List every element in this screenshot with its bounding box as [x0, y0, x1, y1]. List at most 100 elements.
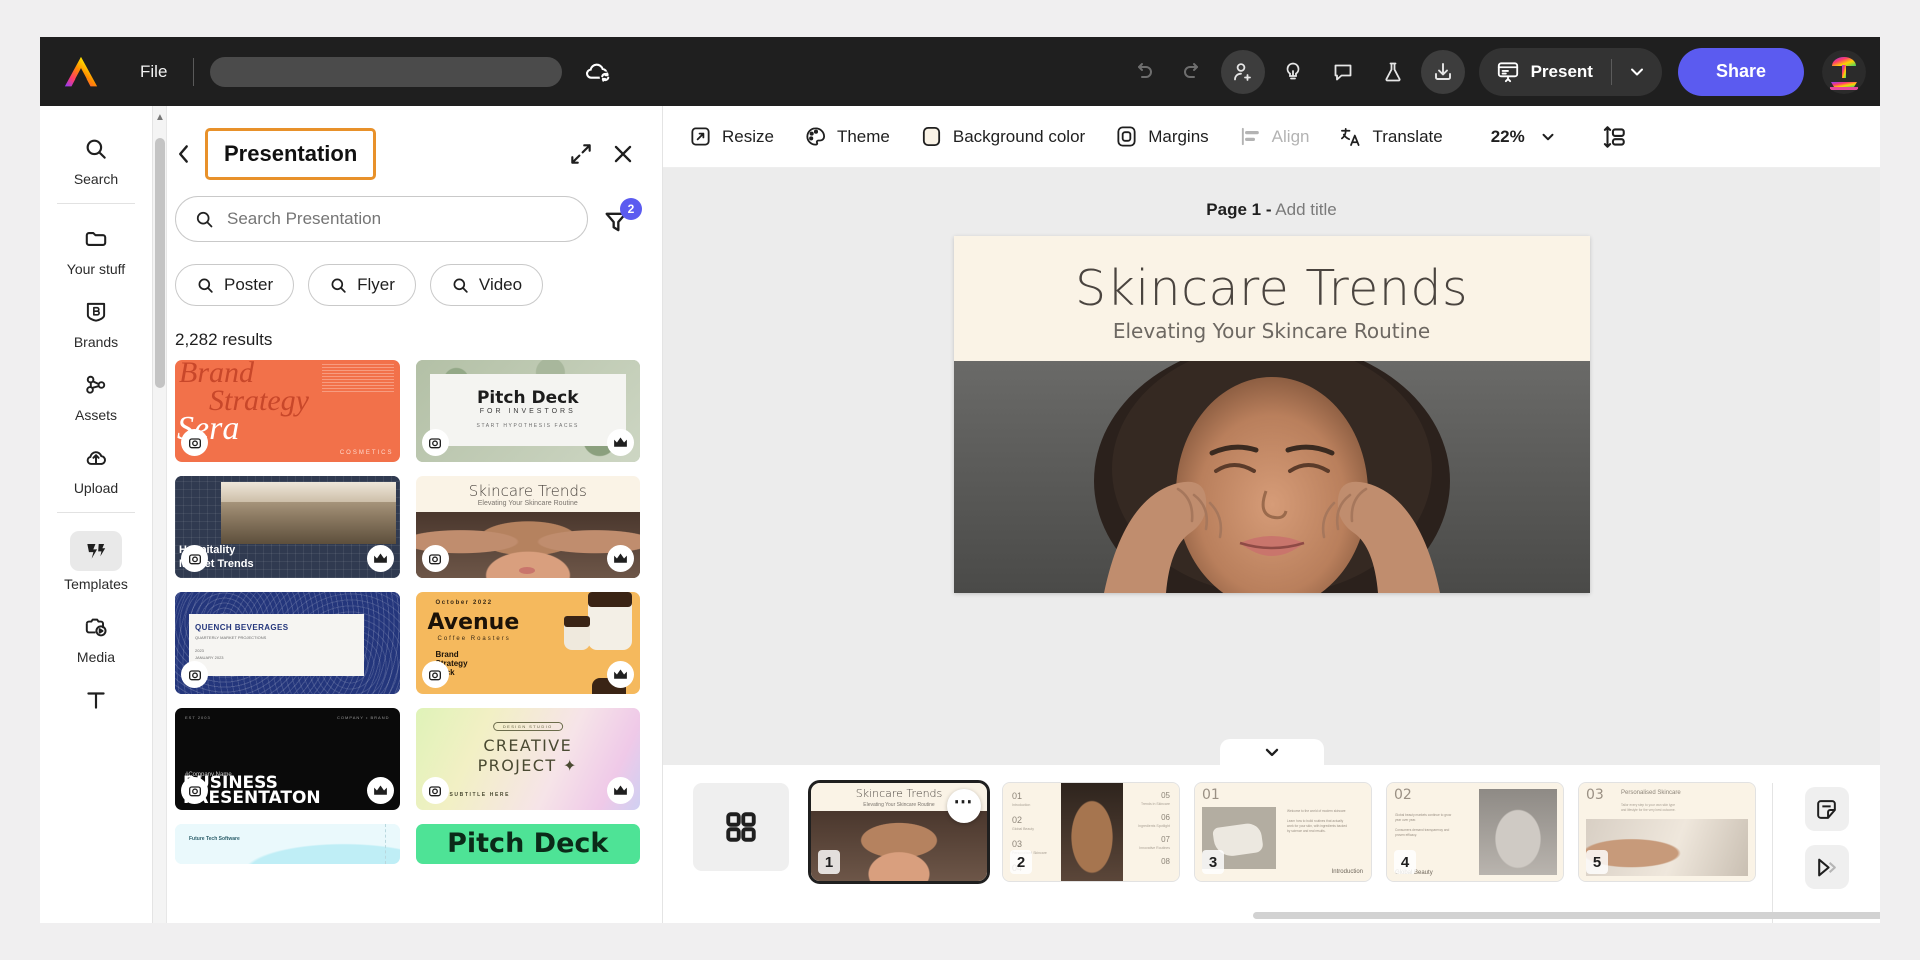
add-person-icon[interactable] — [1220, 49, 1265, 94]
background-color-button[interactable]: Background color — [920, 125, 1085, 148]
filter-button[interactable]: 2 — [602, 198, 642, 238]
chip-label: Flyer — [357, 275, 395, 294]
template-preview-icon[interactable] — [421, 429, 449, 456]
zoom-chevron-down-icon[interactable] — [1539, 128, 1557, 146]
filmstrip-horizontal-scrollbar[interactable] — [1253, 912, 1880, 919]
chip-poster[interactable]: Poster — [175, 264, 295, 306]
template-artwork: QUENCH BEVERAGES QUARTERLY MARKET PROJEC… — [175, 592, 400, 694]
search-input-field[interactable] — [227, 209, 569, 229]
template-card[interactable]: QUENCH BEVERAGES QUARTERLY MARKET PROJEC… — [175, 592, 400, 694]
panel-header-actions — [568, 141, 636, 167]
sidebar-item-brands[interactable]: Brands — [50, 285, 142, 358]
filter-chips: Poster Flyer Video — [153, 242, 662, 306]
template-card[interactable]: EST 2003 COMPANY • BRAND #Company Name B… — [175, 708, 400, 810]
page-thumbnail[interactable]: 03 Personalised Skincare Tailor every st… — [1579, 783, 1755, 881]
document-title-input[interactable] — [210, 56, 563, 87]
comment-icon[interactable] — [1321, 50, 1365, 94]
premium-crown-icon — [607, 661, 634, 688]
slide-subtitle[interactable]: Elevating Your Skincare Routine — [954, 319, 1590, 343]
theme-button[interactable]: Theme — [804, 125, 890, 148]
grid-view-button[interactable] — [693, 783, 789, 871]
more-options-icon[interactable]: ⋯ — [947, 789, 981, 823]
sidebar-item-search[interactable]: Search — [50, 122, 142, 195]
chip-label: Video — [478, 275, 523, 294]
chevron-left-icon[interactable] — [171, 141, 197, 167]
margins-button[interactable]: Margins — [1115, 125, 1209, 148]
template-preview-icon[interactable] — [181, 545, 208, 572]
flask-icon[interactable] — [1371, 50, 1415, 94]
template-preview-icon[interactable] — [421, 777, 449, 804]
sidebar-item-text[interactable] — [50, 673, 142, 725]
rail-divider — [57, 512, 135, 513]
present-button[interactable]: Present — [1479, 48, 1611, 96]
template-preview-icon[interactable] — [421, 545, 449, 572]
template-card[interactable]: Skincare Trends Elevating Your Skincare … — [415, 476, 640, 578]
page-thumbnail[interactable]: Skincare Trends Elevating Your Skincare … — [811, 783, 987, 881]
sidebar-item-upload[interactable]: Upload — [50, 431, 142, 504]
sidebar-item-templates[interactable]: Templates — [50, 521, 142, 600]
redo-icon[interactable] — [1171, 50, 1215, 94]
page-thumbnail[interactable]: 01 Introduction 02 Global Beauty 03 Pers… — [1003, 783, 1179, 881]
rail-divider — [57, 203, 135, 204]
template-card[interactable]: DESIGN STUDIO CREATIVE PROJECT ✦ SUBTITL… — [415, 708, 640, 810]
chip-video[interactable]: Video — [429, 264, 544, 306]
page-label[interactable]: Page 1 - Add title — [1206, 200, 1336, 220]
lightbulb-icon[interactable] — [1271, 50, 1315, 94]
template-card[interactable]: Pitch Deck FOR INVESTORS START HYPOTHESI… — [415, 360, 640, 462]
slide-title[interactable]: Skincare Trends — [954, 260, 1590, 317]
search-icon — [75, 132, 117, 166]
avatar[interactable] — [1822, 49, 1866, 94]
file-menu-button[interactable]: File — [130, 56, 177, 88]
expand-diagonal-icon[interactable] — [568, 141, 594, 167]
template-card[interactable]: Pitch Deck — [415, 824, 640, 864]
template-card[interactable]: October 2022 Avenue Coffee Roasters Bran… — [415, 592, 640, 694]
search-input[interactable] — [175, 196, 588, 242]
template-preview-icon[interactable] — [181, 661, 208, 688]
page-thumbnail[interactable]: 02 Global beauty markets continue to gro… — [1387, 783, 1563, 881]
page-thumbnail[interactable]: 01 Welcome to the world of modern skinca… — [1195, 783, 1371, 881]
template-preview-icon[interactable] — [421, 661, 449, 688]
play-next-icon — [1814, 855, 1839, 880]
filmstrip-collapse-button[interactable] — [1219, 739, 1324, 765]
template-preview-icon[interactable] — [181, 777, 208, 804]
grid-view-icon — [723, 809, 759, 845]
template-card[interactable]: Hospitality Market Trends — [175, 476, 400, 578]
template-card[interactable]: Future Tech Software — [175, 824, 400, 864]
page-number-badge: 5 — [1586, 850, 1608, 874]
template-preview-icon[interactable] — [181, 429, 208, 456]
template-card[interactable]: Brand Strategy Sera COSMETICS — [175, 360, 400, 462]
slide-photo[interactable] — [953, 361, 1590, 593]
sidebar-item-your-stuff[interactable]: Your stuff — [50, 212, 142, 285]
chip-flyer[interactable]: Flyer — [308, 264, 416, 306]
panel-scrollbar[interactable]: ▲ — [153, 106, 167, 923]
page-number-badge: 1 — [818, 850, 840, 874]
panel-scrollbar-thumb[interactable] — [155, 138, 165, 388]
adobe-express-logo-icon[interactable] — [62, 55, 100, 89]
sidebar-item-assets[interactable]: Assets — [50, 358, 142, 431]
filter-count-badge: 2 — [620, 198, 642, 220]
translate-button[interactable]: Translate — [1339, 125, 1443, 148]
template-grid: Brand Strategy Sera COSMETICS Pitch Deck… — [175, 360, 640, 864]
page-title-placeholder[interactable]: Add title — [1275, 200, 1336, 219]
canvas-stage[interactable]: Page 1 - Add title Skincare Trends Eleva… — [663, 168, 1880, 765]
close-icon[interactable] — [610, 141, 636, 167]
present-dropdown-chevron-down-icon[interactable] — [1612, 48, 1662, 96]
fit-to-screen-icon[interactable] — [1601, 124, 1627, 150]
zoom-level[interactable]: 22% — [1491, 127, 1525, 147]
share-button[interactable]: Share — [1677, 47, 1804, 96]
play-next-button[interactable] — [1804, 845, 1849, 889]
workspace: Search Your stuff Brands Assets Upload T… — [40, 106, 1880, 923]
cloud-sync-icon[interactable] — [584, 57, 614, 87]
ctx-label: Resize — [722, 126, 774, 146]
slide-canvas[interactable]: Skincare Trends Elevating Your Skincare … — [953, 236, 1590, 593]
sidebar-item-media[interactable]: Media — [50, 600, 142, 673]
top-bar: File Present Share — [40, 37, 1880, 106]
resize-button[interactable]: Resize — [689, 125, 774, 148]
scroll-up-arrow-icon[interactable]: ▲ — [155, 110, 165, 124]
notes-button[interactable] — [1804, 787, 1849, 831]
align-button: Align — [1239, 125, 1309, 148]
download-icon[interactable] — [1420, 49, 1465, 94]
media-icon — [75, 610, 117, 644]
template-grid-scroll[interactable]: Brand Strategy Sera COSMETICS Pitch Deck… — [153, 360, 662, 923]
undo-icon[interactable] — [1121, 50, 1165, 94]
